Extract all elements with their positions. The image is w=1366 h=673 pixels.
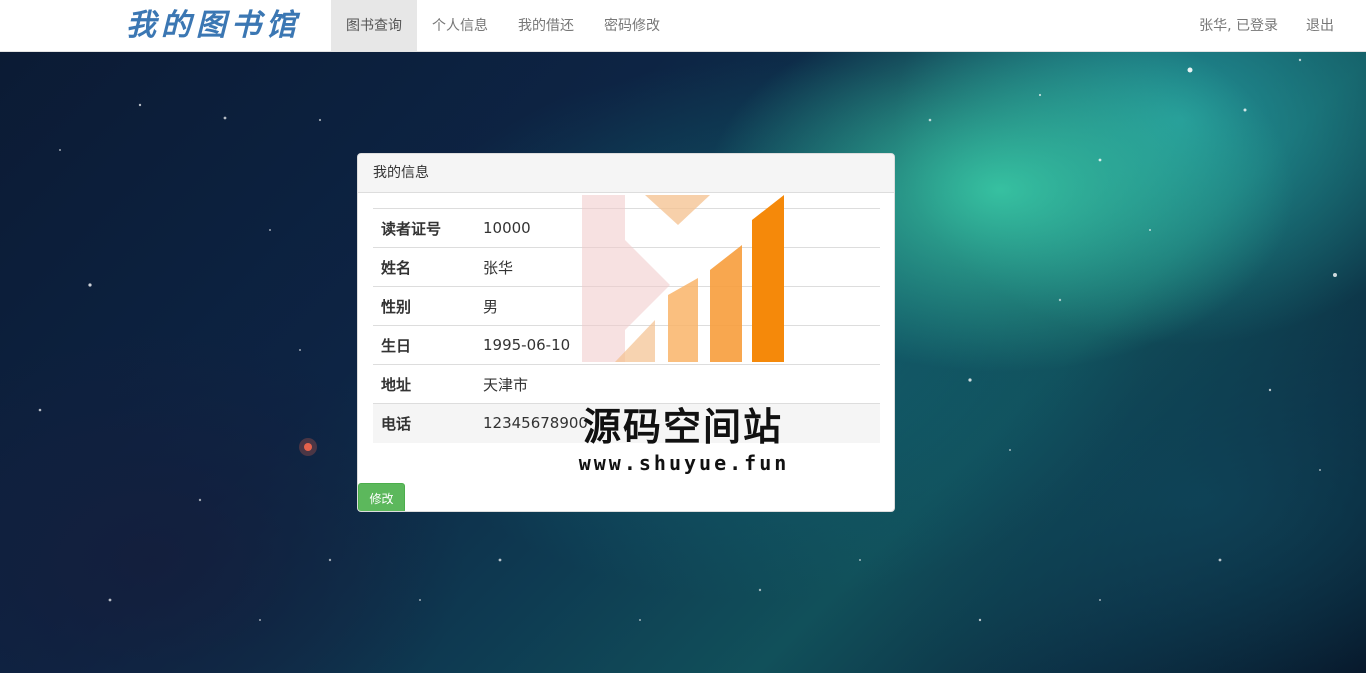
row-label: 姓名 xyxy=(381,258,412,277)
row-label: 地址 xyxy=(381,375,412,394)
user-nav: 张华, 已登录 退出 xyxy=(1185,0,1348,51)
watermark-url: www.shuyue.fun xyxy=(578,451,790,475)
edit-button[interactable]: 修改 xyxy=(358,483,405,511)
row-value: 10000 xyxy=(483,219,531,237)
top-navbar: 我的图书馆 图书查询 个人信息 我的借还 密码修改 张华, 已登录 退出 xyxy=(0,0,1366,52)
nav-item-book-search[interactable]: 图书查询 xyxy=(331,0,417,51)
row-label: 电话 xyxy=(381,414,412,433)
table-row: 姓名 张华 xyxy=(373,247,880,287)
panel-title: 我的信息 xyxy=(358,154,894,193)
row-label: 读者证号 xyxy=(381,219,442,238)
table-row: 性别 男 xyxy=(373,286,880,326)
logout-link[interactable]: 退出 xyxy=(1292,0,1348,51)
row-label: 性别 xyxy=(381,297,412,316)
main-nav: 图书查询 个人信息 我的借还 密码修改 xyxy=(331,0,675,51)
user-status[interactable]: 张华, 已登录 xyxy=(1185,0,1292,51)
row-label: 生日 xyxy=(381,336,412,355)
row-value: 张华 xyxy=(483,258,514,277)
nav-item-change-password[interactable]: 密码修改 xyxy=(589,0,675,51)
row-value: 1995-06-10 xyxy=(483,336,571,354)
nav-item-my-borrowing[interactable]: 我的借还 xyxy=(503,0,589,51)
nav-item-personal-info[interactable]: 个人信息 xyxy=(417,0,503,51)
table-row: 生日 1995-06-10 xyxy=(373,325,880,365)
watermark-title: 源码空间站 xyxy=(582,405,783,449)
brand-logo[interactable]: 我的图书馆 xyxy=(126,5,301,47)
row-value: 男 xyxy=(483,297,499,316)
table-row: 读者证号 10000 xyxy=(373,208,880,248)
